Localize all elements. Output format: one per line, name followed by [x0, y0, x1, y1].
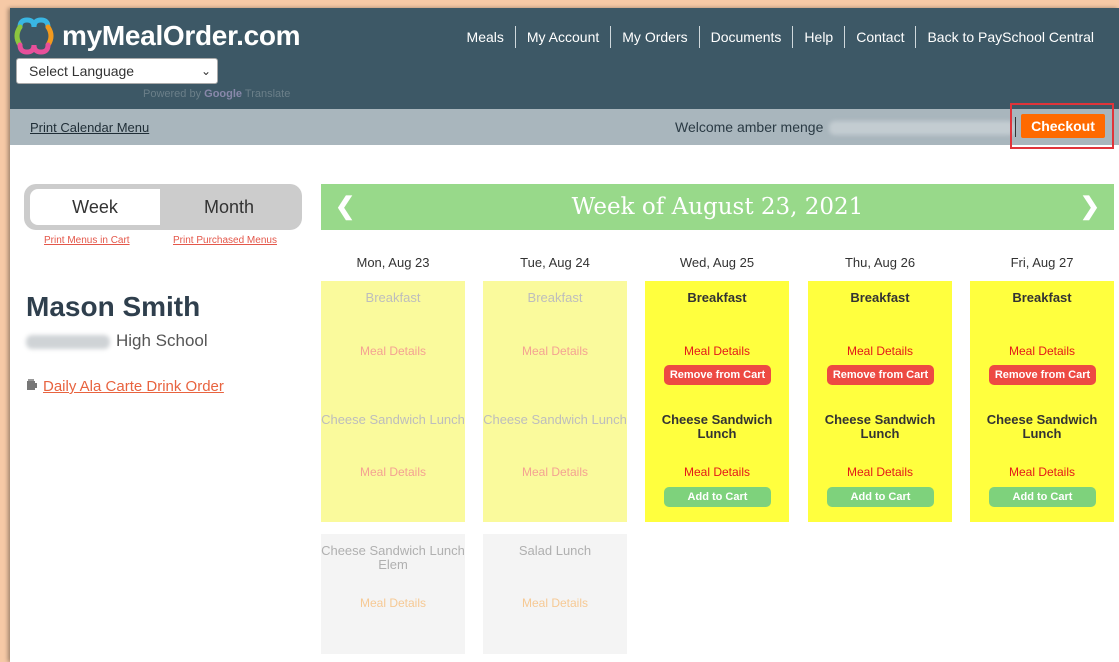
- powered-by-text: Powered by: [143, 88, 202, 100]
- remove-from-cart-button[interactable]: Remove from Cart: [989, 365, 1096, 385]
- print-calendar-link[interactable]: Print Calendar Menu: [30, 120, 149, 135]
- meal-details-link[interactable]: Meal Details: [808, 465, 952, 479]
- meal-name: Cheese Sandwich Lunch: [483, 412, 627, 427]
- week-view-button[interactable]: Week: [30, 189, 160, 225]
- meal-name: Cheese Sandwich Lunch: [824, 412, 936, 441]
- day-header-fri: Fri, Aug 27: [1010, 255, 1074, 270]
- print-purchased-menus-link[interactable]: Print Purchased Menus: [173, 235, 277, 246]
- site-logo[interactable]: myMealOrder.com: [14, 16, 301, 56]
- meal-details-link[interactable]: Meal Details: [970, 344, 1114, 358]
- logo-text: myMealOrder.com: [62, 20, 301, 51]
- meal-details-link[interactable]: Meal Details: [321, 344, 465, 358]
- nav-contact[interactable]: Contact: [845, 29, 915, 45]
- welcome-message: Welcome amber menge: [675, 119, 1016, 136]
- day-header-mon: Mon, Aug 23: [356, 255, 430, 270]
- language-select-label: Select Language: [29, 63, 135, 79]
- student-name: Mason Smith: [26, 291, 201, 322]
- drink-order-icon: [27, 379, 37, 390]
- meal-details-link[interactable]: Meal Details: [645, 465, 789, 479]
- add-to-cart-button[interactable]: Add to Cart: [664, 487, 771, 507]
- meal-cell-thu-breakfast: Breakfast Meal Details Remove from Cart: [808, 281, 952, 403]
- meal-cell-tue-salad-lunch: Salad Lunch Meal Details: [483, 534, 627, 654]
- meal-cell-tue-lunch: Cheese Sandwich Lunch Meal Details: [483, 403, 627, 522]
- browser-frame: myMealOrder.com Select Language ⌄ Powere…: [10, 8, 1119, 662]
- meal-cell-mon-lunch-elem: Cheese Sandwich Lunch Elem Meal Details: [321, 534, 465, 654]
- meal-cell-fri-lunch: Cheese Sandwich Lunch Meal Details Add t…: [970, 403, 1114, 522]
- print-menus-in-cart-link[interactable]: Print Menus in Cart: [44, 235, 130, 246]
- meal-details-link[interactable]: Meal Details: [483, 465, 627, 479]
- nav-my-orders[interactable]: My Orders: [611, 29, 698, 45]
- meal-details-link[interactable]: Meal Details: [483, 344, 627, 358]
- daily-drink-order-link[interactable]: Daily Ala Carte Drink Order: [43, 378, 224, 395]
- add-to-cart-button[interactable]: Add to Cart: [827, 487, 934, 507]
- redacted-account-info: [829, 121, 1016, 136]
- meal-details-link[interactable]: Meal Details: [808, 344, 952, 358]
- week-navigation-bar: ❮ Week of August 23, 2021 ❯: [321, 184, 1114, 230]
- meal-cell-fri-breakfast: Breakfast Meal Details Remove from Cart: [970, 281, 1114, 403]
- meal-name: Salad Lunch: [518, 543, 592, 558]
- meal-details-link[interactable]: Meal Details: [483, 596, 627, 610]
- day-header-wed: Wed, Aug 25: [679, 255, 755, 270]
- meal-name: Cheese Sandwich Lunch: [661, 412, 773, 441]
- chevron-down-icon: ⌄: [200, 64, 211, 78]
- checkout-button[interactable]: Checkout: [1021, 114, 1105, 138]
- meal-name: Breakfast: [365, 290, 421, 305]
- welcome-text: Welcome amber menge: [675, 119, 824, 135]
- meal-cell-mon-lunch: Cheese Sandwich Lunch Meal Details: [321, 403, 465, 522]
- nav-payschool-central[interactable]: Back to PaySchool Central: [916, 29, 1105, 45]
- view-toggle: Week Month: [24, 184, 302, 230]
- redacted-school-name: [26, 335, 110, 349]
- meal-name: Cheese Sandwich Lunch: [986, 412, 1098, 441]
- next-week-chevron-right-icon[interactable]: ❯: [1080, 192, 1100, 221]
- school-name: High School: [116, 331, 208, 350]
- day-header-thu: Thu, Aug 26: [844, 255, 916, 270]
- meal-name: Cheese Sandwich Lunch: [321, 412, 465, 427]
- powered-by-google: Powered by Google Translate: [143, 88, 290, 100]
- day-header-tue: Tue, Aug 24: [520, 255, 590, 270]
- sub-header: Print Calendar Menu Welcome amber menge …: [10, 103, 1119, 149]
- nav-help[interactable]: Help: [793, 29, 844, 45]
- main-nav: Meals My Account My Orders Documents Hel…: [456, 26, 1105, 48]
- month-view-button[interactable]: Month: [164, 189, 294, 225]
- remove-from-cart-button[interactable]: Remove from Cart: [827, 365, 934, 385]
- meal-details-link[interactable]: Meal Details: [321, 465, 465, 479]
- translate-text: Translate: [244, 88, 291, 100]
- meal-cell-thu-lunch: Cheese Sandwich Lunch Meal Details Add t…: [808, 403, 952, 522]
- meal-details-link[interactable]: Meal Details: [645, 344, 789, 358]
- google-text: Google: [204, 88, 243, 100]
- meal-cell-wed-breakfast: Breakfast Meal Details Remove from Cart: [645, 281, 789, 403]
- top-header: myMealOrder.com Select Language ⌄ Powere…: [10, 8, 1119, 109]
- add-to-cart-button[interactable]: Add to Cart: [989, 487, 1096, 507]
- meal-name: Breakfast: [527, 290, 583, 305]
- meal-name: Cheese Sandwich Lunch Elem: [321, 543, 465, 572]
- language-select[interactable]: Select Language ⌄: [16, 58, 218, 84]
- remove-from-cart-button[interactable]: Remove from Cart: [664, 365, 771, 385]
- meal-cell-mon-breakfast: Breakfast Meal Details: [321, 281, 465, 403]
- meal-details-link[interactable]: Meal Details: [321, 596, 465, 610]
- nav-documents[interactable]: Documents: [700, 29, 793, 45]
- week-title: Week of August 23, 2021: [571, 194, 864, 220]
- nav-meals[interactable]: Meals: [456, 29, 515, 45]
- meal-details-link[interactable]: Meal Details: [970, 465, 1114, 479]
- meal-name: Breakfast: [850, 290, 910, 305]
- meal-name: Breakfast: [1012, 290, 1072, 305]
- nav-my-account[interactable]: My Account: [516, 29, 610, 45]
- logo-knot-icon: [14, 17, 54, 55]
- meal-cell-tue-breakfast: Breakfast Meal Details: [483, 281, 627, 403]
- meal-name: Breakfast: [687, 290, 747, 305]
- meal-cell-wed-lunch: Cheese Sandwich Lunch Meal Details Add t…: [645, 403, 789, 522]
